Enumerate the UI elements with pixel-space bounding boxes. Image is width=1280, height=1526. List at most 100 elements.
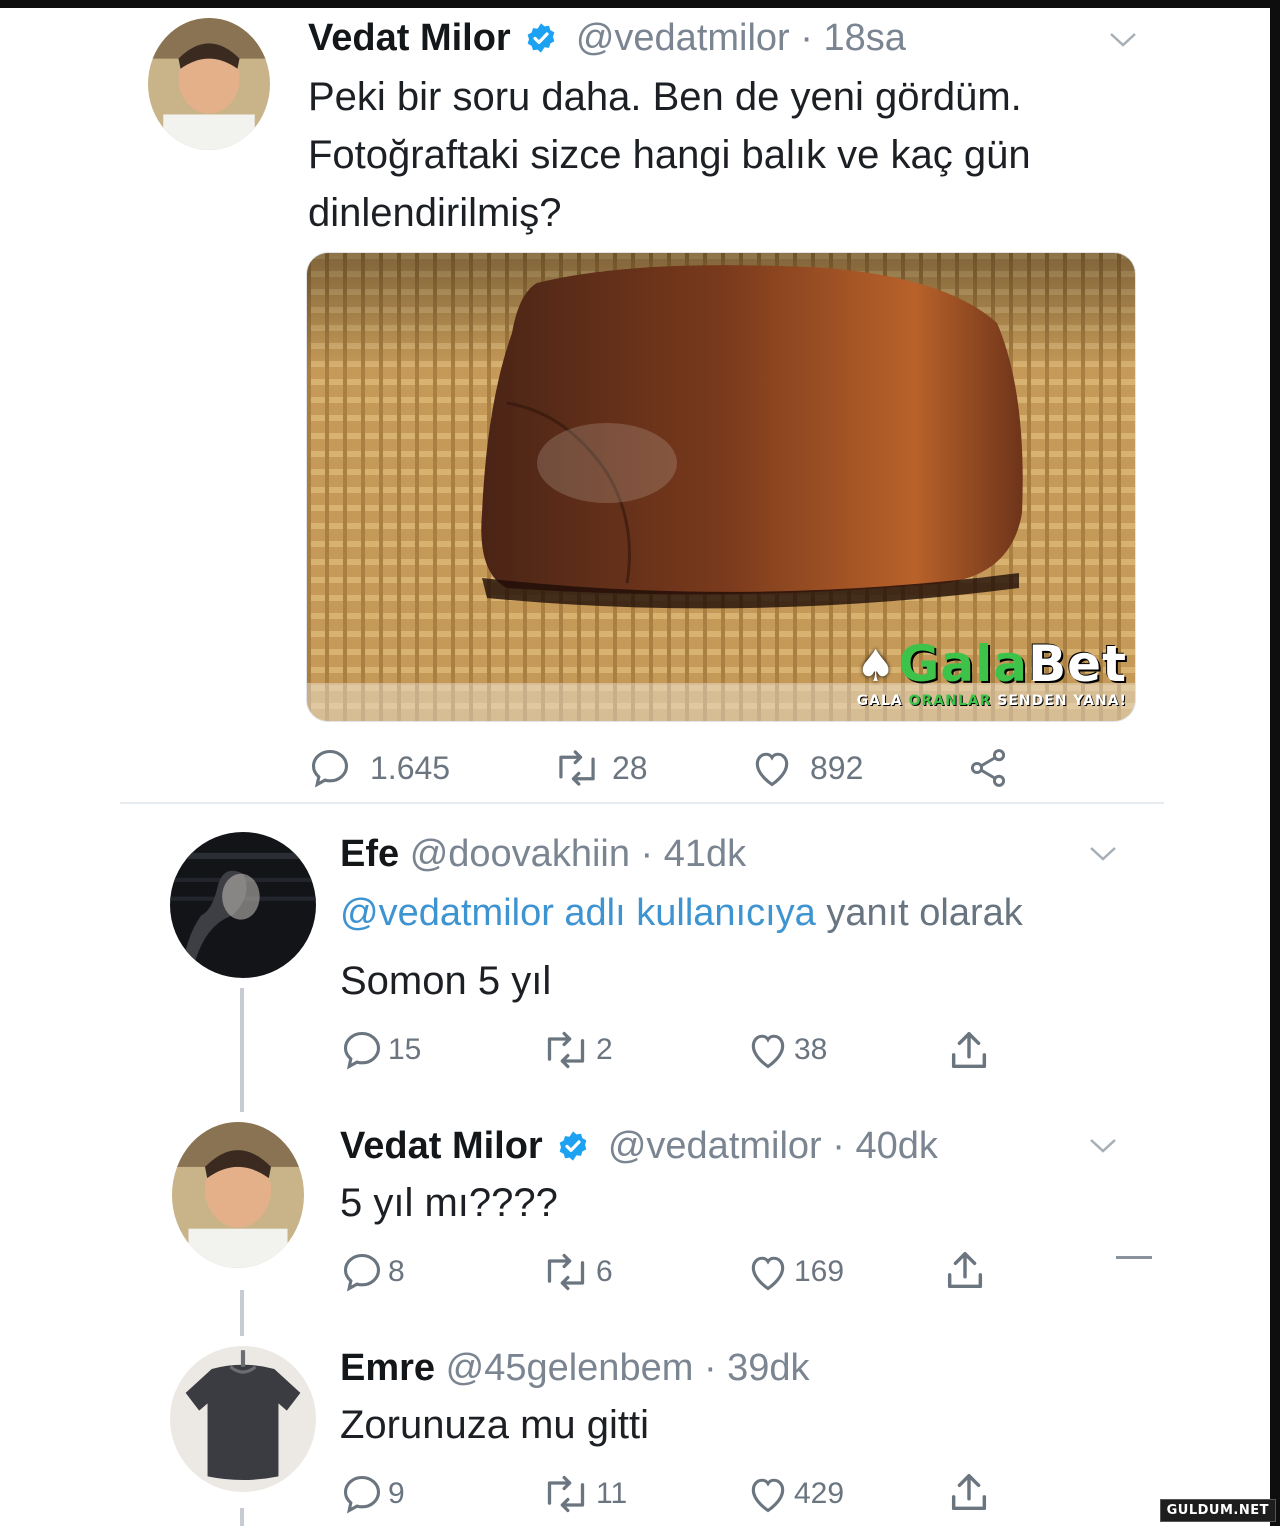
tweet-text-line: Fotoğraftaki sizce hangi balık ve kaç gü… [308, 133, 1031, 177]
separator-dot: · [640, 833, 654, 875]
thread-connector [240, 988, 244, 1112]
author-name[interactable]: Efe [340, 833, 399, 875]
share-icon [947, 1252, 983, 1289]
author-name[interactable]: Vedat Milor [340, 1125, 543, 1167]
tweet-header: Vedat Milor @vedatmilor · 18sa [308, 16, 906, 60]
separator-dot: · [832, 1125, 845, 1167]
chevron-down-icon[interactable] [1088, 1136, 1118, 1156]
tweet-time[interactable]: 41dk [664, 833, 746, 875]
author-name[interactable]: Vedat Milor [308, 17, 511, 59]
share-icon [970, 749, 1006, 787]
galabet-logo: ♠GalaBet [856, 638, 1127, 693]
tweet-header: Vedat Milor @vedatmilor · 40dk [340, 1124, 938, 1168]
like-button[interactable]: 38 [746, 1028, 827, 1072]
share-button[interactable] [946, 1470, 992, 1516]
like-count: 429 [794, 1477, 845, 1510]
slogan-part: ORANLAR [908, 693, 992, 709]
slogan-part: SENDEN YANA! [991, 693, 1127, 709]
reply-count: 1.645 [370, 749, 451, 786]
like-icon [751, 1034, 785, 1069]
reply-count: 9 [388, 1477, 405, 1510]
screenshot-frame: Vedat Milor @vedatmilor · 18sa Peki bir … [0, 8, 1270, 1526]
like-icon [751, 1256, 785, 1291]
retweet-count: 2 [596, 1033, 613, 1066]
retweet-button[interactable]: 6 [540, 1250, 613, 1294]
retweet-icon [547, 1475, 585, 1513]
tweet-text: Peki bir soru daha. Ben de yeni gördüm. … [308, 68, 1031, 242]
retweet-icon [547, 1031, 585, 1069]
reply-button[interactable]: 8 [340, 1250, 405, 1294]
avatar-doovakhiin[interactable] [170, 832, 316, 978]
share-icon [951, 1032, 987, 1069]
galabet-watermark: ♠GalaBet GALA ORANLAR SENDEN YANA! [856, 638, 1127, 709]
tweet-time[interactable]: 40dk [856, 1125, 938, 1167]
author-handle[interactable]: @doovakhiin [410, 833, 630, 875]
site-watermark: GULDUM.NET [1159, 1499, 1276, 1522]
author-handle[interactable]: @vedatmilor [608, 1125, 822, 1167]
reply-button[interactable]: 9 [340, 1472, 405, 1516]
tweet-time[interactable]: 39dk [727, 1347, 809, 1389]
galabet-logo-gala: Gala [898, 635, 1029, 693]
separator-dot: · [800, 17, 813, 59]
like-button[interactable]: 892 [750, 746, 863, 790]
retweet-icon [559, 750, 595, 786]
retweet-button[interactable]: 28 [552, 746, 648, 790]
like-icon [755, 752, 789, 787]
retweet-count: 11 [596, 1477, 628, 1510]
reply-icon [343, 1253, 381, 1292]
like-button[interactable]: 169 [746, 1250, 844, 1294]
reply-context: @vedatmilor adlı kullanıcıya yanıt olara… [340, 884, 1023, 942]
retweet-button[interactable]: 11 [540, 1472, 627, 1516]
like-count: 169 [794, 1255, 845, 1288]
author-handle[interactable]: @vedatmilor [576, 17, 790, 59]
spade-icon: ♠ [855, 641, 897, 692]
tweet-text: Somon 5 yıl [340, 959, 552, 1003]
tweet-text: Zorunuza mu gitti [340, 1403, 650, 1447]
tweet-header: Emre @45gelenbem · 39dk [340, 1346, 810, 1390]
reply-button[interactable]: 1.645 [308, 746, 450, 790]
reply-count: 15 [388, 1033, 422, 1066]
share-button[interactable] [966, 746, 1010, 790]
share-icon [951, 1474, 987, 1511]
thread-connector [240, 1508, 244, 1526]
thread-connector [240, 1290, 244, 1336]
tweet-text-line: dinlendirilmiş? [308, 191, 562, 235]
retweet-button[interactable]: 2 [540, 1028, 613, 1072]
galabet-logo-bet: Bet [1028, 635, 1127, 693]
retweet-icon [547, 1253, 585, 1291]
slogan-part: GALA [856, 693, 909, 709]
reply-icon [311, 749, 349, 788]
separator-dot: · [703, 1347, 717, 1389]
like-count: 38 [794, 1033, 828, 1066]
share-button[interactable] [946, 1028, 992, 1074]
retweet-count: 6 [596, 1255, 613, 1288]
tweet-divider [120, 802, 1164, 804]
tweet-text: 5 yıl mı???? [340, 1181, 558, 1225]
avatar-45gelenbem[interactable] [170, 1346, 316, 1492]
reply-context-suffix: yanıt olarak [815, 892, 1023, 934]
retweet-count: 28 [612, 749, 648, 786]
tweet-media-photo[interactable]: ♠GalaBet GALA ORANLAR SENDEN YANA! [306, 252, 1136, 722]
reply-icon [343, 1031, 381, 1070]
chevron-down-icon[interactable] [1108, 30, 1138, 50]
chevron-down-icon[interactable] [1088, 844, 1118, 864]
reply-mention-link[interactable]: @vedatmilor adlı kullanıcıya [340, 892, 816, 934]
reply-icon [343, 1475, 381, 1514]
author-name[interactable]: Emre [340, 1347, 435, 1389]
author-handle[interactable]: @45gelenbem [446, 1347, 694, 1389]
reply-button[interactable]: 15 [340, 1028, 421, 1072]
tweet-time[interactable]: 18sa [824, 17, 906, 59]
like-button[interactable]: 429 [746, 1472, 844, 1516]
like-icon [751, 1478, 785, 1513]
tweet-header: Efe @doovakhiin · 41dk [340, 832, 746, 876]
like-count: 892 [810, 749, 864, 786]
verified-badge-icon [527, 23, 555, 53]
galabet-slogan: GALA ORANLAR SENDEN YANA! [856, 693, 1127, 709]
reply-count: 8 [388, 1255, 405, 1288]
verified-badge-icon [559, 1131, 587, 1161]
avatar-vedatmilor[interactable] [148, 18, 270, 150]
tweet-text-line: Peki bir soru daha. Ben de yeni gördüm. [308, 75, 1022, 119]
avatar-vedatmilor[interactable] [172, 1122, 304, 1268]
scroll-artifact [1116, 1256, 1152, 1259]
share-button[interactable] [942, 1248, 988, 1294]
